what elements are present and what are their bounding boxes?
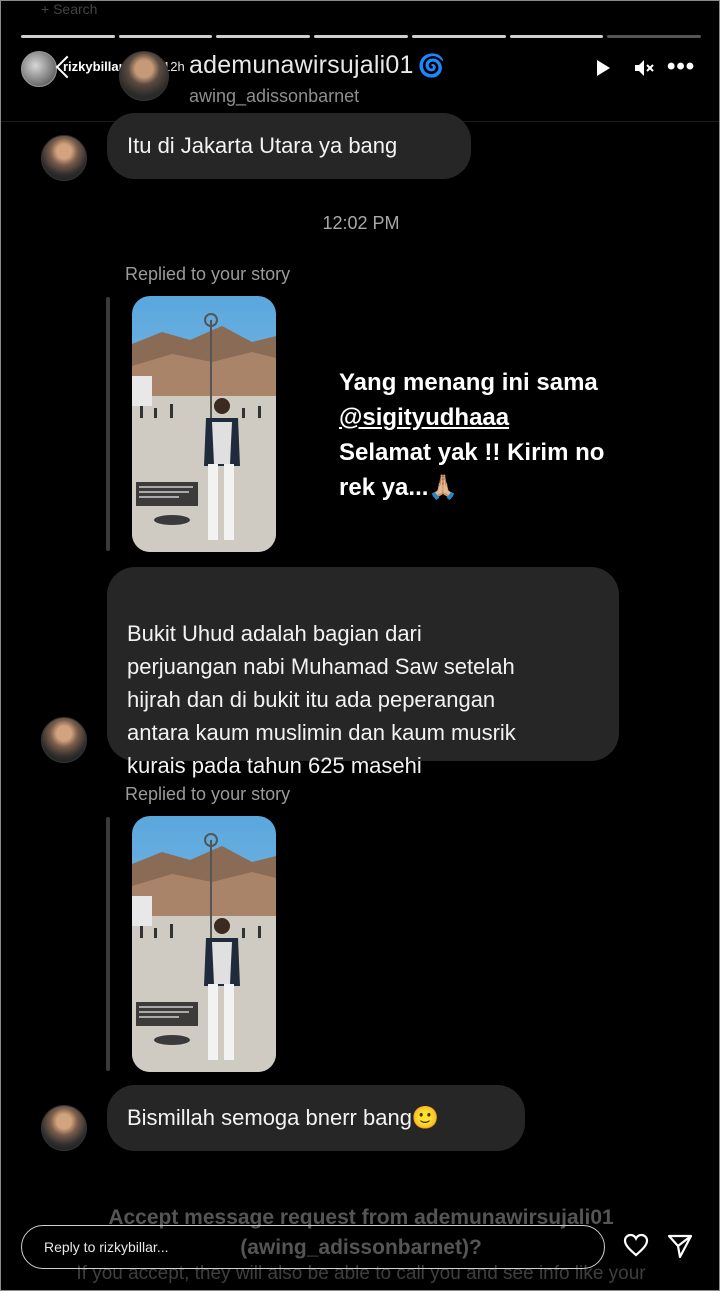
message-bubble[interactable]: Itu di Jakarta Utara ya bang: [107, 113, 471, 179]
sender-avatar[interactable]: [41, 1105, 87, 1151]
replied-to-story-label: Replied to your story: [125, 784, 291, 804]
send-icon[interactable]: [667, 1233, 693, 1264]
caption-line: Selamat yak !! Kirim no: [339, 439, 605, 466]
play-icon[interactable]: [597, 60, 610, 76]
more-dots-icon[interactable]: •••: [667, 53, 695, 81]
story-owner-avatar[interactable]: [21, 51, 57, 87]
chat-header-subname: awing_adissonbarnet: [189, 86, 360, 106]
top-hint: + Search: [41, 1, 98, 17]
caption-line: rek ya...🙏🏼: [339, 474, 459, 501]
story-thumbnail[interactable]: [132, 816, 276, 1072]
story-thumbnail[interactable]: [132, 296, 276, 552]
message-bubble[interactable]: Bismillah semoga bnerr bang🙂: [107, 1085, 525, 1151]
heart-icon[interactable]: [623, 1233, 649, 1262]
chat-username-text: ademunawirsujali01: [189, 51, 414, 79]
caption-line: Yang menang ini sama: [339, 369, 598, 396]
replied-to-story-label: Replied to your story: [125, 264, 291, 284]
progress-segment: [21, 35, 115, 38]
speaker-muted-icon[interactable]: [633, 58, 654, 78]
progress-segment: [314, 35, 408, 38]
progress-segment: [509, 35, 604, 38]
reply-indicator-bar: [106, 297, 110, 551]
message-text: Bismillah semoga bnerr bang🙂: [127, 1105, 440, 1130]
progress-segment: [411, 35, 506, 38]
progress-segment: [118, 35, 213, 38]
spiral-badge-icon: 🌀: [417, 53, 446, 78]
sender-avatar[interactable]: [41, 135, 87, 181]
caption-mention-link[interactable]: @sigityudhaaa: [339, 400, 604, 435]
reply-indicator-bar: [106, 817, 110, 1071]
story-progress-bar: [21, 35, 702, 38]
message-timestamp: 12:02 PM: [322, 213, 400, 233]
reply-input[interactable]: [21, 1225, 605, 1269]
progress-segment: [607, 35, 702, 38]
story-caption: Yang menang ini sama @sigityudhaaa Selam…: [339, 365, 604, 505]
message-text: Bukit Uhud adalah bagian dari perjuangan…: [127, 621, 516, 778]
message-text: Itu di Jakarta Utara ya bang: [127, 133, 398, 158]
message-bubble[interactable]: Bukit Uhud adalah bagian dari perjuangan…: [107, 567, 619, 778]
chat-header-avatar[interactable]: [119, 51, 169, 101]
sender-avatar[interactable]: [41, 717, 87, 763]
chat-header-username[interactable]: ademunawirsujali01 🌀: [189, 51, 445, 80]
progress-segment: [216, 35, 311, 38]
